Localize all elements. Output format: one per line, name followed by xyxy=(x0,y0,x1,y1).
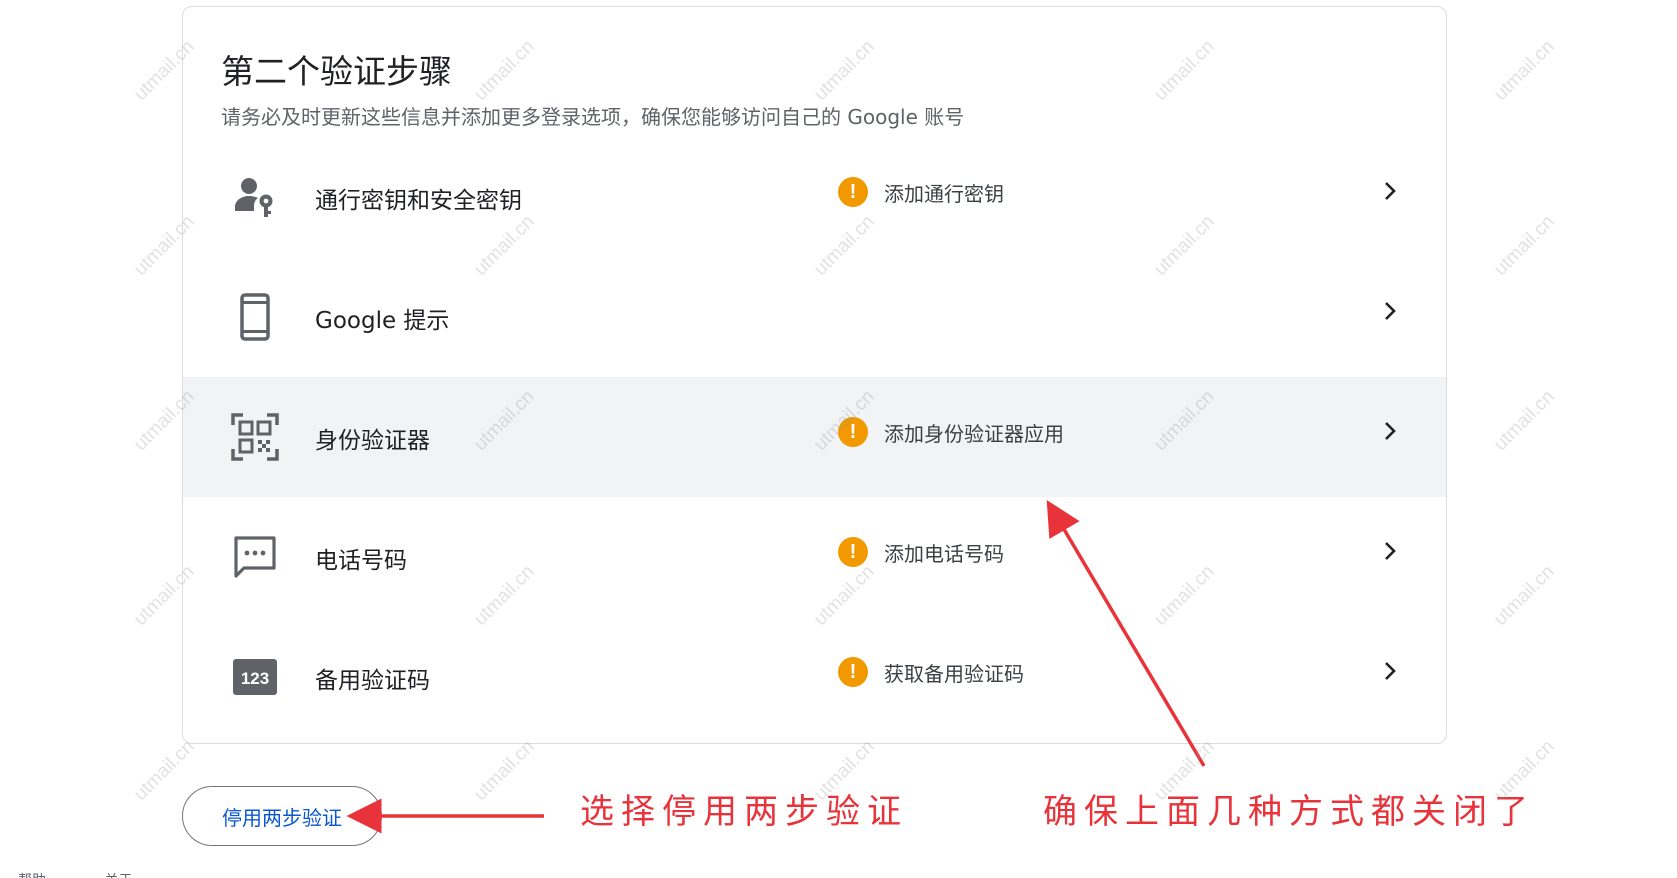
method-label: 身份验证器 xyxy=(315,428,430,454)
method-status: ! 添加身份验证器应用 xyxy=(838,415,1064,449)
chevron-right-icon xyxy=(1385,422,1396,440)
method-row-phone-number[interactable]: 电话号码 ! 添加电话号码 xyxy=(183,497,1446,617)
watermark-text: utmail.cn xyxy=(1490,36,1559,105)
chevron-right-icon xyxy=(1385,662,1396,680)
section-title: 第二个验证步骤 xyxy=(221,52,452,91)
warning-icon: ! xyxy=(838,657,868,687)
qr-code-icon xyxy=(231,413,279,461)
method-status-text: 获取备用验证码 xyxy=(884,661,1024,686)
method-row-backup-codes[interactable]: 123 备用验证码 ! 获取备用验证码 xyxy=(183,617,1446,737)
warning-icon: ! xyxy=(838,177,868,207)
method-row-passkeys[interactable]: 通行密钥和安全密钥 ! 添加通行密钥 xyxy=(183,137,1446,257)
method-status-text: 添加电话号码 xyxy=(884,541,1004,566)
section-subtitle: 请务必及时更新这些信息并添加更多登录选项，确保您能够访问自己的 Google 账… xyxy=(221,105,965,129)
phone-icon xyxy=(231,293,279,341)
footer: 帮助 关于 xyxy=(18,870,186,878)
annotation-right: 确保上面几种方式都关闭了 xyxy=(1043,792,1535,832)
watermark-text: utmail.cn xyxy=(1490,211,1559,280)
method-status-text: 添加身份验证器应用 xyxy=(884,421,1064,446)
footer-link-help[interactable]: 帮助 xyxy=(18,873,46,878)
watermark-text: utmail.cn xyxy=(470,736,539,805)
method-status: ! 获取备用验证码 xyxy=(838,655,1024,689)
backup-codes-icon: 123 xyxy=(231,653,279,701)
method-status-text: 添加通行密钥 xyxy=(884,181,1004,206)
sms-icon xyxy=(231,533,279,581)
second-step-card: 第二个验证步骤 请务必及时更新这些信息并添加更多登录选项，确保您能够访问自己的 … xyxy=(182,6,1447,744)
method-status: ! 添加电话号码 xyxy=(838,535,1004,569)
method-row-authenticator[interactable]: 身份验证器 ! 添加身份验证器应用 xyxy=(183,377,1446,497)
footer-link-about[interactable]: 关于 xyxy=(104,873,132,878)
warning-icon: ! xyxy=(838,417,868,447)
disable-2sv-button[interactable]: 停用两步验证 xyxy=(182,786,382,846)
method-label: 备用验证码 xyxy=(315,668,430,694)
chevron-right-icon xyxy=(1385,302,1396,320)
method-label: Google 提示 xyxy=(315,308,450,334)
method-row-google-prompt[interactable]: Google 提示 xyxy=(183,257,1446,377)
method-label: 电话号码 xyxy=(315,548,407,574)
annotation-left: 选择停用两步验证 xyxy=(580,792,908,832)
method-label: 通行密钥和安全密钥 xyxy=(315,188,522,214)
chevron-right-icon xyxy=(1385,182,1396,200)
person-key-icon xyxy=(231,173,279,221)
watermark-text: utmail.cn xyxy=(1490,561,1559,630)
chevron-right-icon xyxy=(1385,542,1396,560)
backup-codes-badge-text: 123 xyxy=(241,669,269,688)
warning-icon: ! xyxy=(838,537,868,567)
method-status: ! 添加通行密钥 xyxy=(838,175,1004,209)
watermark-text: utmail.cn xyxy=(1490,386,1559,455)
